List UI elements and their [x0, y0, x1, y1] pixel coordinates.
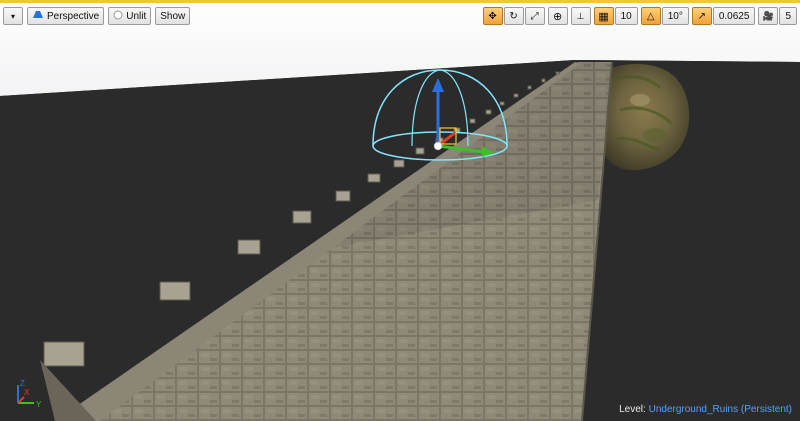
camera-speed-value: 5	[785, 10, 791, 22]
rotate-icon: ↻	[509, 10, 518, 22]
coordinate-system-button[interactable]: ⊕	[547, 7, 568, 25]
grid-snap-value-dropdown[interactable]: 10	[614, 7, 638, 25]
dropdown-arrow-icon: ▾	[10, 11, 15, 21]
camera-speed-group: 🎥 5	[758, 7, 797, 25]
camera-speed-value-dropdown[interactable]: 5	[779, 7, 797, 25]
scale-snap-value: 0.0625	[718, 10, 750, 22]
gizmo-center-sphere[interactable]	[433, 141, 443, 151]
grid-snap-group: ▦ 10	[593, 7, 638, 25]
surface-snapping-button[interactable]: ⊥	[570, 7, 591, 25]
unlit-view-mode-button[interactable]: Unlit	[108, 7, 152, 25]
rotation-snap-value: 10°	[667, 10, 683, 22]
world-x-axis-label: X	[24, 388, 30, 397]
camera-icon: 🎥	[762, 10, 775, 21]
level-status: Level: Underground_Ruins (Persistent)	[619, 404, 792, 415]
surface-snap-icon: ⊥	[576, 10, 585, 21]
viewport-options-button[interactable]: ▾	[3, 7, 23, 25]
angle-icon: △	[646, 10, 655, 22]
scale-mode-button[interactable]: ⤢	[524, 7, 545, 25]
globe-icon: ⊕	[552, 10, 563, 23]
viewport-toolbar-right: ✥ ↻ ⤢ ⊕ ⊥ ▦ 10 △ 10° ↗ 0.0625 🎥 5	[482, 7, 797, 25]
unlit-label: Unlit	[126, 10, 147, 22]
perspective-label: Perspective	[47, 10, 100, 22]
level-prefix: Level:	[619, 404, 646, 415]
grid-snap-value: 10	[620, 10, 632, 22]
translate-mode-button[interactable]: ✥	[482, 7, 503, 25]
world-y-axis-label: Y	[36, 400, 42, 409]
perspective-button[interactable]: Perspective	[27, 7, 105, 25]
level-viewport[interactable]: ▾ Perspective Unlit Show ✥ ↻ ⤢ ⊕ ⊥ ▦ 10 …	[0, 0, 800, 421]
world-axis-indicator: Z Y X	[17, 379, 42, 409]
scale-snap-value-dropdown[interactable]: 0.0625	[712, 7, 756, 25]
scale-snap-toggle[interactable]: ↗	[691, 7, 712, 25]
scale-snap-arrow-icon: ↗	[697, 10, 707, 22]
show-flags-button[interactable]: Show	[155, 7, 191, 25]
scale-snap-group: ↗ 0.0625	[691, 7, 756, 25]
perspective-view-icon	[32, 10, 44, 22]
scale-icon: ⤢	[530, 10, 539, 22]
rotation-snap-toggle[interactable]: △	[640, 7, 661, 25]
viewport-toolbar-left: ▾ Perspective Unlit Show	[3, 7, 191, 25]
level-name: Underground_Ruins (Persistent)	[648, 404, 792, 415]
viewport-scene[interactable]	[0, 0, 800, 421]
rotation-snap-group: △ 10°	[640, 7, 689, 25]
show-label: Show	[160, 10, 186, 22]
grid-snap-toggle[interactable]: ▦	[593, 7, 614, 25]
grid-icon: ▦	[598, 10, 609, 23]
unlit-sphere-icon	[113, 10, 123, 23]
viewport-toolbar: ▾ Perspective Unlit Show ✥ ↻ ⤢ ⊕ ⊥ ▦ 10 …	[0, 3, 800, 29]
transform-mode-group: ✥ ↻ ⤢	[482, 7, 545, 25]
world-z-axis-label: Z	[20, 379, 25, 388]
camera-speed-button[interactable]: 🎥	[758, 7, 779, 25]
rotation-snap-value-dropdown[interactable]: 10°	[661, 7, 689, 25]
translate-arrows-icon: ✥	[488, 10, 497, 22]
rotate-mode-button[interactable]: ↻	[503, 7, 524, 25]
